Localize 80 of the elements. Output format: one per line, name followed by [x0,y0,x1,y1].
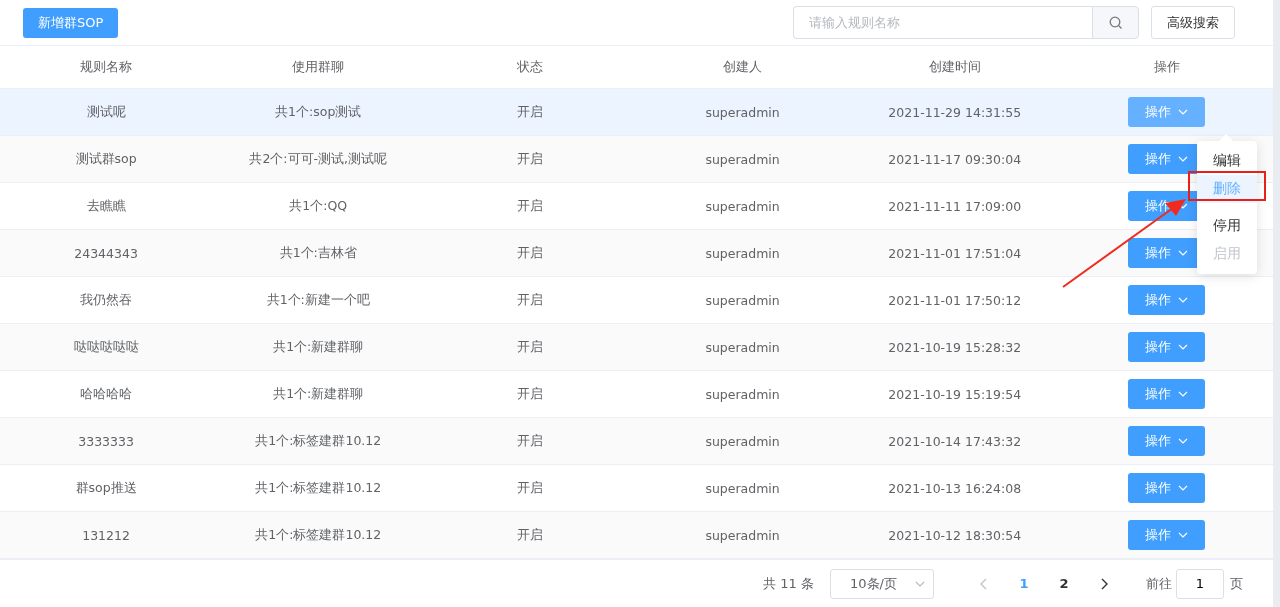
table-cell: 2021-10-13 16:24:08 [888,480,1022,496]
search-field[interactable]: 请输入规则名称 [793,6,1092,39]
table-cell: 2021-10-14 17:43:32 [888,433,1022,449]
goto-label: 前往 [1146,574,1172,593]
table-cell: 2021-11-11 17:09:00 [888,198,1022,214]
table-cell: 开启 [517,244,544,262]
chevron-down-icon [1178,250,1189,256]
table-cell: 共1个:吉林省 [279,244,357,262]
table-cell: 共1个:标签建群10.12 [255,432,382,450]
page-number[interactable]: 2 [1044,576,1084,591]
table-cell: 3333333 [78,433,134,449]
column-header: 状态 [516,57,545,76]
table-cell: 开启 [517,479,544,497]
table-cell: 开启 [517,197,544,215]
table-cell: 去瞧瞧 [86,197,126,215]
column-header: 创建人 [722,57,764,76]
table-cell: 24344343 [74,245,138,261]
page-suffix: 页 [1230,574,1243,593]
table-cell: 测试呢 [86,103,126,121]
table-cell: 共1个:新建群聊 [273,338,364,356]
search-icon [1108,15,1123,30]
table-row[interactable]: 3333333 共1个:标签建群10.12 开启 superadmin 2021-10-14 17:43:32 操作 [0,418,1273,465]
table-cell: 2021-11-29 14:31:55 [888,104,1022,120]
table-cell: superadmin [705,527,780,543]
chevron-down-icon [1178,532,1189,538]
table-cell: 开启 [517,291,544,309]
table-row[interactable]: 131212 共1个:标签建群10.12 开启 superadmin 2021-10-12 18:30:54 操作 [0,512,1273,559]
column-header: 创建时间 [927,57,982,76]
table-cell: superadmin [705,104,780,120]
table-cell: 开启 [517,526,544,544]
table-cell: 开启 [517,103,544,121]
table-cell: 开启 [517,338,544,356]
table-cell: superadmin [705,151,780,167]
table-cell: 2021-10-19 15:28:32 [888,339,1022,355]
chevron-down-icon [1178,485,1189,491]
table-cell: 共1个:标签建群10.12 [255,526,382,544]
table-cell: 测试群sop [75,150,137,168]
table-cell: 共1个:sop测试 [275,103,362,121]
table-cell: 2021-10-12 18:30:54 [888,527,1022,543]
chevron-down-icon [1178,156,1189,162]
table-cell: superadmin [705,480,780,496]
table-cell: 131212 [82,527,130,543]
chevron-down-icon [1178,109,1189,115]
table-cell: superadmin [705,386,780,402]
page-size-select[interactable]: 10条/页 [830,568,934,599]
table-cell: superadmin [705,198,780,214]
table-cell: 共1个:QQ [289,197,348,215]
table-cell: superadmin [705,339,780,355]
table-cell: 开启 [517,150,544,168]
total-count: 共 11 条 [763,574,814,593]
table-cell: 我仍然吞 [80,291,133,309]
table-cell: 开启 [517,385,544,403]
table-cell: 2021-11-01 17:51:04 [888,245,1022,261]
table-cell: 共1个:标签建群10.12 [255,479,382,497]
table-cell: 2021-10-19 15:19:54 [888,386,1022,402]
advanced-search-button[interactable]: 高级搜索 [1151,6,1235,39]
column-header: 规则名称 [79,57,134,76]
table-cell: superadmin [705,245,780,261]
next-page-icon[interactable] [1100,577,1108,590]
table-cell: 群sop推送 [75,479,137,497]
table-row[interactable]: 哒哒哒哒哒 共1个:新建群聊 开启 superadmin 2021-10-19 15:28:32 操作 [0,324,1273,371]
table-cell: 哈哈哈哈 [80,385,133,403]
search-button[interactable] [1092,6,1139,39]
chevron-down-icon [915,580,925,587]
table-cell: 共1个:新建一个吧 [266,291,370,309]
column-header: 操作 [1152,57,1181,76]
table-cell: 哒哒哒哒哒 [73,338,139,356]
table-cell: 2021-11-17 09:30:04 [888,151,1022,167]
chevron-down-icon [1178,438,1189,444]
table-cell: superadmin [705,292,780,308]
table-cell: 2021-11-01 17:50:12 [888,292,1022,308]
chevron-down-icon [1178,344,1189,350]
table-cell: 开启 [517,432,544,450]
table-cell: 共1个:新建群聊 [273,385,364,403]
chevron-down-icon [1178,391,1189,397]
chevron-down-icon [1178,297,1189,303]
table-cell: superadmin [705,433,780,449]
column-header: 使用群聊 [291,57,346,76]
table-cell: 共2个:可可-测试,测试呢 [249,150,388,168]
goto-page-field[interactable]: 1 [1176,568,1224,599]
